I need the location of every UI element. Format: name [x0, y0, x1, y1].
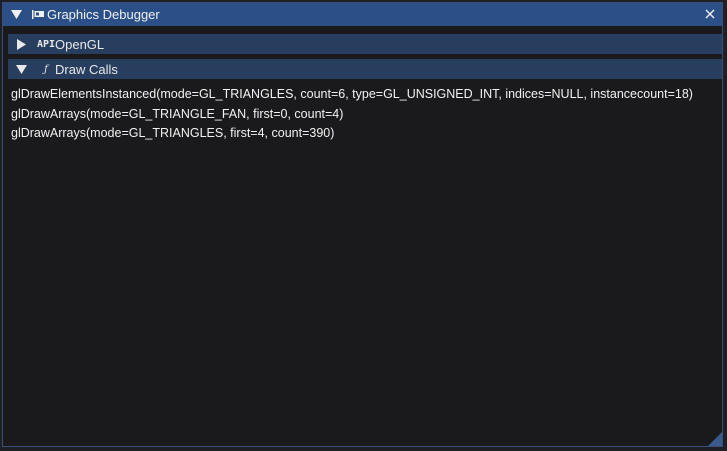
display-card-icon: [32, 10, 44, 20]
resize-grip[interactable]: [708, 432, 722, 446]
collapse-triangle-icon[interactable]: [9, 8, 23, 22]
draw-call-list: glDrawElementsInstanced(mode=GL_TRIANGLE…: [11, 85, 693, 144]
collapse-triangle-icon: [14, 62, 28, 76]
section-label-draw-calls: Draw Calls: [55, 61, 118, 77]
expand-triangle-icon: [14, 37, 28, 51]
close-icon[interactable]: [702, 6, 718, 22]
window-titlebar[interactable]: Graphics Debugger: [3, 3, 722, 26]
draw-call-item[interactable]: glDrawArrays(mode=GL_TRIANGLES, first=4,…: [11, 124, 693, 144]
function-icon: ƒ: [44, 63, 48, 75]
section-label-opengl: OpenGL: [55, 36, 105, 52]
window-title: Graphics Debugger: [47, 7, 160, 22]
draw-call-item[interactable]: glDrawElementsInstanced(mode=GL_TRIANGLE…: [11, 85, 693, 105]
api-icon: API: [36, 38, 56, 50]
section-header-opengl[interactable]: API OpenGL: [8, 34, 722, 54]
graphics-debugger-window: Graphics Debugger API OpenGL ƒ Draw Call…: [2, 2, 723, 447]
section-header-draw-calls[interactable]: ƒ Draw Calls: [8, 59, 722, 79]
draw-call-item[interactable]: glDrawArrays(mode=GL_TRIANGLE_FAN, first…: [11, 105, 693, 125]
